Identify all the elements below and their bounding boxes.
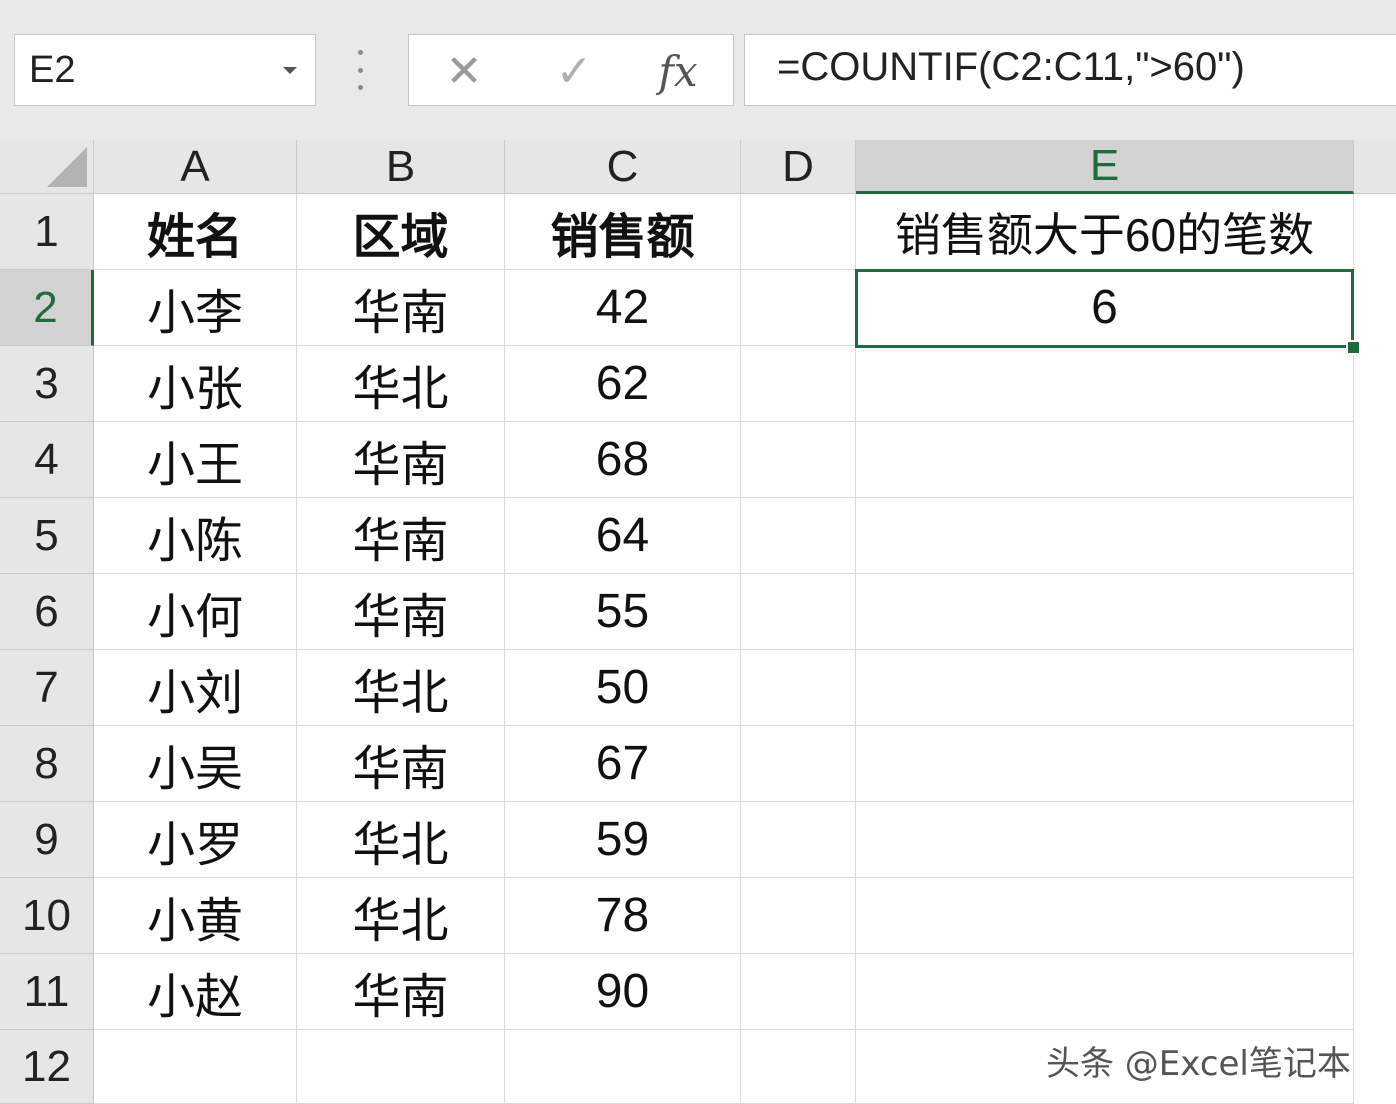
column-header-e[interactable]: E — [856, 140, 1354, 194]
cell-d2[interactable] — [741, 270, 856, 346]
cell-e2[interactable]: 6 — [856, 270, 1354, 346]
cell-b10[interactable]: 华北 — [297, 878, 505, 954]
cell-b11[interactable]: 华南 — [297, 954, 505, 1030]
row-header-7[interactable]: 7 — [0, 650, 94, 726]
row-header-10[interactable]: 10 — [0, 878, 94, 954]
fill-handle[interactable] — [1346, 340, 1361, 355]
cell-c12[interactable] — [505, 1030, 741, 1104]
cell-a11[interactable]: 小赵 — [94, 954, 297, 1030]
select-all-corner[interactable] — [0, 140, 94, 194]
row-header-2[interactable]: 2 — [0, 270, 94, 346]
formula-text[interactable]: =COUNTIF(C2:C11,">60") — [777, 45, 1245, 90]
cell-c11[interactable]: 90 — [505, 954, 741, 1030]
cell-d11[interactable] — [741, 954, 856, 1030]
cell-a1[interactable]: 姓名 — [94, 194, 297, 270]
row-header-1[interactable]: 1 — [0, 194, 94, 270]
cell-e11[interactable] — [856, 954, 1354, 1030]
cell-b1[interactable]: 区域 — [297, 194, 505, 270]
cell-a6[interactable]: 小何 — [94, 574, 297, 650]
cell-d8[interactable] — [741, 726, 856, 802]
name-box-dropdown-icon[interactable] — [283, 67, 297, 74]
cell-a2[interactable]: 小李 — [94, 270, 297, 346]
cell-c9[interactable]: 59 — [505, 802, 741, 878]
cell-a3[interactable]: 小张 — [94, 346, 297, 422]
cell-b6[interactable]: 华南 — [297, 574, 505, 650]
cell-a7[interactable]: 小刘 — [94, 650, 297, 726]
formula-input[interactable]: =COUNTIF(C2:C11,">60") — [744, 34, 1396, 106]
cell-e1[interactable]: 销售额大于60的笔数 — [856, 194, 1354, 270]
cell-c1[interactable]: 销售额 — [505, 194, 741, 270]
cell-e10[interactable] — [856, 878, 1354, 954]
cell-b3[interactable]: 华北 — [297, 346, 505, 422]
cell-d3[interactable] — [741, 346, 856, 422]
cell-e4[interactable] — [856, 422, 1354, 498]
cell-c8[interactable]: 67 — [505, 726, 741, 802]
cell-b5[interactable]: 华南 — [297, 498, 505, 574]
row-header-12[interactable]: 12 — [0, 1030, 94, 1104]
cell-b7[interactable]: 华北 — [297, 650, 505, 726]
column-header-b[interactable]: B — [297, 140, 505, 194]
cell-e6[interactable] — [856, 574, 1354, 650]
row-header-6[interactable]: 6 — [0, 574, 94, 650]
cell-c5[interactable]: 64 — [505, 498, 741, 574]
cell-c3[interactable]: 62 — [505, 346, 741, 422]
cell-d12[interactable] — [741, 1030, 856, 1104]
cell-a4[interactable]: 小王 — [94, 422, 297, 498]
cell-d4[interactable] — [741, 422, 856, 498]
cell-a10[interactable]: 小黄 — [94, 878, 297, 954]
cell-d5[interactable] — [741, 498, 856, 574]
name-box-value[interactable]: E2 — [29, 49, 75, 92]
cell-e9[interactable] — [856, 802, 1354, 878]
cell-e8[interactable] — [856, 726, 1354, 802]
row-header-5[interactable]: 5 — [0, 498, 94, 574]
cell-d1[interactable] — [741, 194, 856, 270]
watermark: 头条 @Excel笔记本 — [1046, 1044, 1351, 1084]
cell-b4[interactable]: 华南 — [297, 422, 505, 498]
cell-c7[interactable]: 50 — [505, 650, 741, 726]
name-box[interactable]: E2 — [14, 34, 316, 106]
cell-a9[interactable]: 小罗 — [94, 802, 297, 878]
row-header-9[interactable]: 9 — [0, 802, 94, 878]
insert-function-icon[interactable]: fx — [653, 47, 703, 96]
cell-c6[interactable]: 55 — [505, 574, 741, 650]
cell-e3[interactable] — [856, 346, 1354, 422]
cell-c10[interactable]: 78 — [505, 878, 741, 954]
column-header-a[interactable]: A — [94, 140, 297, 194]
cell-e5[interactable] — [856, 498, 1354, 574]
cell-c4[interactable]: 68 — [505, 422, 741, 498]
cell-c2[interactable]: 42 — [505, 270, 741, 346]
cancel-icon[interactable]: ✕ — [439, 46, 489, 97]
cell-d7[interactable] — [741, 650, 856, 726]
column-header-d[interactable]: D — [741, 140, 856, 194]
formula-buttons: ✕ ✓ fx — [408, 34, 734, 106]
cell-d6[interactable] — [741, 574, 856, 650]
cell-e7[interactable] — [856, 650, 1354, 726]
cell-a5[interactable]: 小陈 — [94, 498, 297, 574]
cell-b12[interactable] — [297, 1030, 505, 1104]
cell-d9[interactable] — [741, 802, 856, 878]
enter-icon[interactable]: ✓ — [549, 46, 599, 97]
cell-b8[interactable]: 华南 — [297, 726, 505, 802]
cell-d10[interactable] — [741, 878, 856, 954]
cell-a12[interactable] — [94, 1030, 297, 1104]
row-header-4[interactable]: 4 — [0, 422, 94, 498]
row-header-8[interactable]: 8 — [0, 726, 94, 802]
row-header-11[interactable]: 11 — [0, 954, 94, 1030]
select-all-icon — [47, 147, 87, 187]
cell-a8[interactable]: 小吴 — [94, 726, 297, 802]
column-header-c[interactable]: C — [505, 140, 741, 194]
cell-b2[interactable]: 华南 — [297, 270, 505, 346]
formula-bar-grip-icon[interactable] — [352, 50, 368, 90]
cell-b9[interactable]: 华北 — [297, 802, 505, 878]
row-header-3[interactable]: 3 — [0, 346, 94, 422]
formula-bar-area: E2 ✕ ✓ fx =COUNTIF(C2:C11,">60") — [0, 0, 1396, 140]
column-header-f[interactable] — [1354, 140, 1396, 194]
